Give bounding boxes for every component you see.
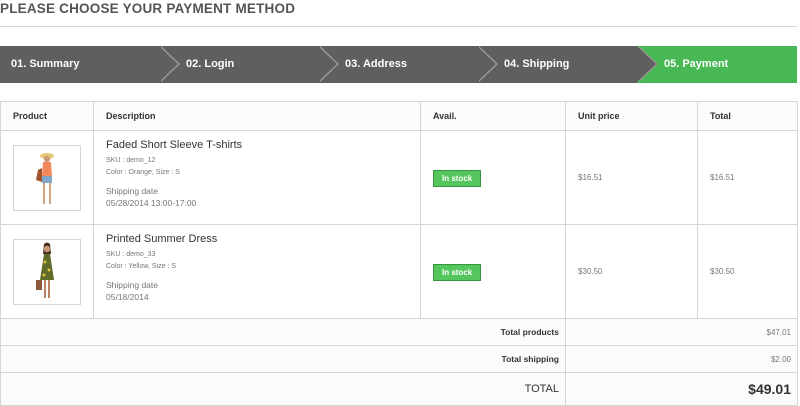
step-payment-label: 05. Payment: [664, 58, 729, 70]
unit-price: $30.50: [565, 224, 698, 319]
product-image-cell: [0, 130, 94, 225]
step-address[interactable]: 03. Address: [318, 46, 498, 83]
step-shipping-label: 04. Shipping: [504, 58, 570, 70]
grand-total-row: TOTAL $49.01: [0, 372, 798, 406]
total-products-label: Total products: [0, 318, 566, 346]
header-avail: Avail.: [420, 101, 566, 131]
product-attributes[interactable]: Color : Orange, Size : S: [106, 169, 420, 176]
step-login[interactable]: 02. Login: [159, 46, 339, 83]
step-shipping[interactable]: 04. Shipping: [477, 46, 658, 83]
table-row: Faded Short Sleeve T-shirts SKU : demo_1…: [0, 130, 798, 225]
cart-summary-table: Product Description Avail. Unit price To…: [0, 101, 798, 406]
step-payment: 05. Payment: [637, 46, 797, 83]
step-summary-label: 01. Summary: [11, 58, 80, 70]
shipping-date-label: Shipping date: [106, 186, 158, 196]
header-product: Product: [0, 101, 94, 131]
in-stock-badge: In stock: [433, 264, 482, 281]
product-attributes[interactable]: Color : Yellow, Size : S: [106, 263, 420, 270]
product-image[interactable]: [13, 238, 81, 305]
total-shipping-label: Total shipping: [0, 345, 566, 373]
step-address-label: 03. Address: [345, 58, 407, 70]
total-products-value: $47.01: [565, 318, 798, 346]
availability-cell: In stock: [420, 224, 566, 319]
description-cell: Faded Short Sleeve T-shirts SKU : demo_1…: [93, 130, 421, 225]
line-total: $30.50: [697, 224, 798, 319]
grand-total-value: $49.01: [565, 372, 798, 406]
header-description: Description: [93, 101, 421, 131]
in-stock-badge: In stock: [433, 170, 482, 187]
product-name-link[interactable]: Printed Summer Dress: [106, 233, 420, 245]
product-sku: SKU : demo_33: [106, 251, 156, 258]
product-sku: SKU : demo_12: [106, 157, 156, 164]
step-summary[interactable]: 01. Summary: [0, 46, 180, 83]
product-image-cell: [0, 224, 94, 319]
unit-price: $16.51: [565, 130, 698, 225]
shipping-date-value: 05/28/2014 13:00-17:00: [106, 198, 197, 208]
table-row: Printed Summer Dress SKU : demo_33 Color…: [0, 224, 798, 319]
page-title: PLEASE CHOOSE YOUR PAYMENT METHOD: [0, 0, 797, 27]
checkout-steps: 01. Summary 02. Login 03. Address 04. Sh…: [0, 46, 797, 83]
description-cell: Printed Summer Dress SKU : demo_33 Color…: [93, 224, 421, 319]
line-total: $16.51: [697, 130, 798, 225]
header-total: Total: [697, 101, 798, 131]
grand-total-label: TOTAL: [0, 372, 566, 406]
shipping-date-value: 05/18/2014: [106, 292, 149, 302]
product-name-link[interactable]: Faded Short Sleeve T-shirts: [106, 139, 420, 151]
table-header-row: Product Description Avail. Unit price To…: [0, 101, 798, 131]
total-shipping-row: Total shipping $2.00: [0, 345, 798, 373]
total-shipping-value: $2.00: [565, 345, 798, 373]
availability-cell: In stock: [420, 130, 566, 225]
product-image[interactable]: [13, 144, 81, 211]
shipping-date-label: Shipping date: [106, 280, 158, 290]
header-unit-price: Unit price: [565, 101, 698, 131]
step-login-label: 02. Login: [186, 58, 235, 70]
total-products-row: Total products $47.01: [0, 318, 798, 346]
